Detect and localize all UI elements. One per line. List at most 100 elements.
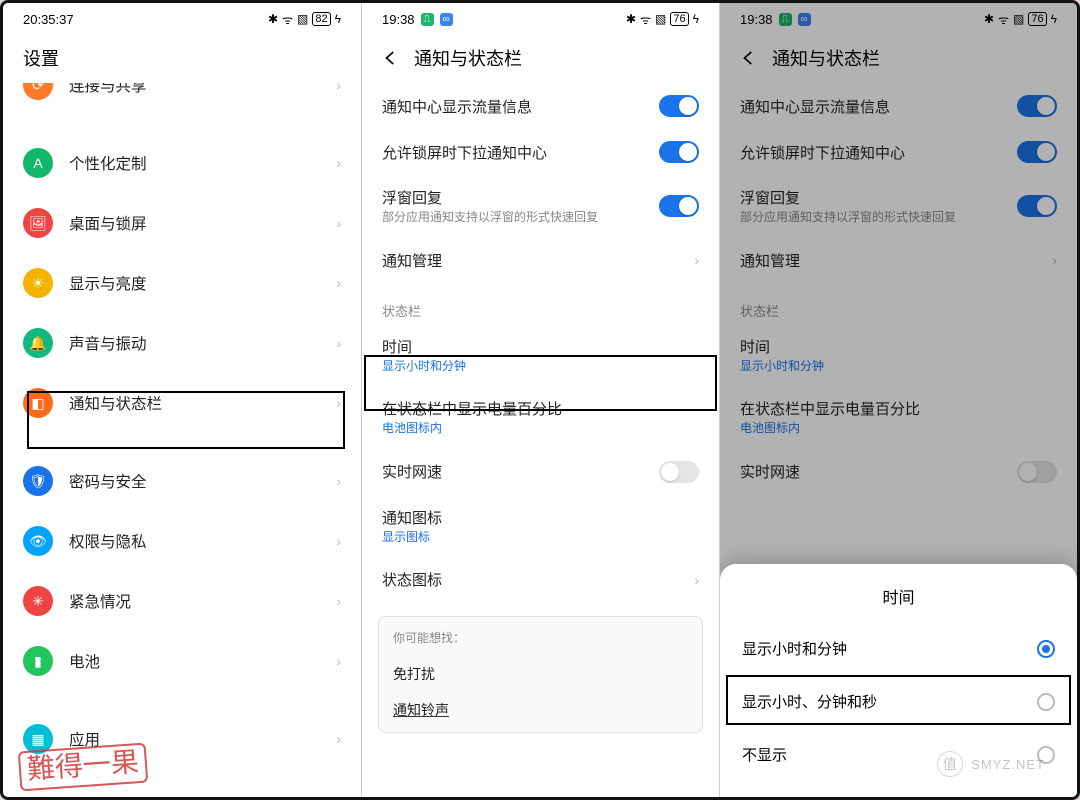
sound-icon: 🔔 bbox=[23, 328, 53, 358]
settings-row-battery[interactable]: ▮电池› bbox=[3, 631, 361, 691]
security-icon: 🛡 bbox=[23, 466, 53, 496]
row-label: 浮窗回复 bbox=[382, 187, 643, 208]
chevron-right-icon: › bbox=[336, 83, 341, 93]
notif-row-manage[interactable]: 通知管理› bbox=[362, 238, 719, 283]
notif-row-time[interactable]: 时间显示小时和分钟 bbox=[720, 324, 1077, 387]
back-icon[interactable] bbox=[740, 49, 758, 67]
settings-row-label: 个性化定制 bbox=[69, 152, 320, 174]
phone-notif-sheet: 19:38 ⎍ ∞ ✱ ᯤ ▧ 76 ϟ 通知与状态栏 通知中心显示流量信息允许… bbox=[719, 3, 1077, 797]
notif-row-lock[interactable]: 允许锁屏时下拉通知中心 bbox=[720, 129, 1077, 175]
vibrate-icon: ▧ bbox=[655, 12, 666, 26]
toggle-speed[interactable] bbox=[659, 461, 699, 483]
wifi-icon: ᯤ bbox=[640, 11, 651, 28]
row-label: 浮窗回复 bbox=[740, 187, 1001, 208]
row-sub: 显示图标 bbox=[382, 530, 699, 546]
status-time: 20:35:37 bbox=[23, 12, 74, 27]
notif-row-batt[interactable]: 在状态栏中显示电量百分比电池图标内 bbox=[720, 386, 1077, 449]
toggle-lock[interactable] bbox=[659, 141, 699, 163]
settings-row-label: 密码与安全 bbox=[69, 470, 320, 492]
chevron-right-icon: › bbox=[336, 533, 341, 549]
status-pill-blue: ∞ bbox=[798, 13, 811, 26]
section-label-statusbar: 状态栏 bbox=[720, 283, 1077, 324]
notif-row-traffic[interactable]: 通知中心显示流量信息 bbox=[720, 83, 1077, 129]
notif-icon: ◧ bbox=[23, 388, 53, 418]
watermark-right: 值 SMYZ.NET bbox=[937, 749, 1045, 779]
bluetooth-icon: ✱ bbox=[626, 12, 636, 26]
notif-row-float[interactable]: 浮窗回复部分应用通知支持以浮窗的形式快速回复 bbox=[362, 175, 719, 238]
settings-row-sos[interactable]: ✳ 紧急情况 › bbox=[3, 571, 361, 631]
notif-row-traffic[interactable]: 通知中心显示流量信息 bbox=[362, 83, 719, 129]
toggle-float[interactable] bbox=[659, 195, 699, 217]
toggle-float[interactable] bbox=[1017, 195, 1057, 217]
suggestion-header: 你可能想找： bbox=[393, 629, 688, 646]
row-label: 通知中心显示流量信息 bbox=[382, 96, 643, 117]
chevron-right-icon: › bbox=[336, 731, 341, 747]
row-label: 通知图标 bbox=[382, 507, 699, 528]
phone-notif-status: 19:38 ⎍ ∞ ✱ ᯤ ▧ 76 ϟ 通知与状态栏 通知中心显示流量信息允许… bbox=[361, 3, 719, 797]
row-sub: 电池图标内 bbox=[382, 421, 699, 437]
notif-row-float[interactable]: 浮窗回复部分应用通知支持以浮窗的形式快速回复 bbox=[720, 175, 1077, 238]
settings-row-privacy[interactable]: 👁权限与隐私› bbox=[3, 511, 361, 571]
settings-row-label: 显示与亮度 bbox=[69, 272, 320, 294]
phone-settings: 20:35:37 ✱ ᯤ ▧ 82 ϟ 设置 ⟳连接与共享›A个性化定制›🖼桌面… bbox=[3, 3, 361, 797]
status-time: 19:38 bbox=[382, 12, 415, 27]
toggle-lock[interactable] bbox=[1017, 141, 1057, 163]
settings-row-security[interactable]: 🛡 密码与安全 › bbox=[3, 451, 361, 511]
toggle-speed[interactable] bbox=[1017, 461, 1057, 483]
battery-icon: 82 bbox=[312, 12, 330, 26]
suggestion-item[interactable]: 通知铃声 bbox=[393, 692, 688, 728]
personal-icon: A bbox=[23, 148, 53, 178]
suggestion-item[interactable]: 免打扰 bbox=[393, 656, 688, 692]
toggle-traffic[interactable] bbox=[659, 95, 699, 117]
notif-row-lock[interactable]: 允许锁屏时下拉通知中心 bbox=[362, 129, 719, 175]
settings-row-connect[interactable]: ⟳连接与共享› bbox=[3, 83, 361, 115]
toggle-traffic[interactable] bbox=[1017, 95, 1057, 117]
sheet-option-0[interactable]: 显示小时和分钟 bbox=[720, 622, 1077, 675]
watermark-logo-icon: 值 bbox=[937, 751, 963, 777]
page-title: 设置 bbox=[3, 35, 361, 83]
section-label-statusbar: 状态栏 bbox=[362, 283, 719, 324]
notif-row-nicon[interactable]: 通知图标显示图标 bbox=[362, 495, 719, 558]
settings-row-sound[interactable]: 🔔声音与振动› bbox=[3, 313, 361, 373]
statusbar: 19:38 ⎍ ∞ ✱ ᯤ ▧ 76 ϟ bbox=[720, 3, 1077, 35]
settings-row-desktop[interactable]: 🖼桌面与锁屏› bbox=[3, 193, 361, 253]
page-header: 通知与状态栏 bbox=[362, 35, 719, 83]
battery-icon: ▮ bbox=[23, 646, 53, 676]
sos-icon: ✳ bbox=[23, 586, 53, 616]
charging-icon: ϟ bbox=[1051, 12, 1057, 26]
settings-row-label: 通知与状态栏 bbox=[69, 392, 320, 414]
settings-row-personal[interactable]: A 个性化定制 › bbox=[3, 133, 361, 193]
charging-icon: ϟ bbox=[693, 12, 699, 26]
radio-icon[interactable] bbox=[1037, 693, 1055, 711]
notif-row-sicon[interactable]: 状态图标› bbox=[362, 557, 719, 602]
notif-row-speed[interactable]: 实时网速 bbox=[362, 449, 719, 495]
row-sub: 部分应用通知支持以浮窗的形式快速回复 bbox=[382, 210, 643, 226]
row-label: 通知中心显示流量信息 bbox=[740, 96, 1001, 117]
sheet-option-label: 显示小时、分钟和秒 bbox=[742, 691, 877, 712]
radio-icon[interactable] bbox=[1037, 640, 1055, 658]
settings-row-display[interactable]: ☀显示与亮度› bbox=[3, 253, 361, 313]
chevron-right-icon: › bbox=[336, 155, 341, 171]
notif-row-manage[interactable]: 通知管理› bbox=[720, 238, 1077, 283]
chevron-right-icon: › bbox=[336, 473, 341, 489]
settings-row-label: 紧急情况 bbox=[69, 590, 320, 612]
bluetooth-icon: ✱ bbox=[268, 12, 278, 26]
back-icon[interactable] bbox=[382, 49, 400, 67]
settings-row-label: 连接与共享 bbox=[69, 83, 320, 96]
page-title: 通知与状态栏 bbox=[414, 45, 522, 71]
wifi-icon: ᯤ bbox=[998, 11, 1009, 28]
chevron-right-icon: › bbox=[336, 593, 341, 609]
notif-row-batt[interactable]: 在状态栏中显示电量百分比电池图标内 bbox=[362, 386, 719, 449]
notif-row-time[interactable]: 时间显示小时和分钟 bbox=[362, 324, 719, 387]
bluetooth-icon: ✱ bbox=[984, 12, 994, 26]
chevron-right-icon: › bbox=[336, 653, 341, 669]
row-sub: 显示小时和分钟 bbox=[382, 359, 699, 375]
chevron-right-icon: › bbox=[336, 395, 341, 411]
sheet-option-1[interactable]: 显示小时、分钟和秒 bbox=[720, 675, 1077, 728]
settings-row-label: 桌面与锁屏 bbox=[69, 212, 320, 234]
notif-row-speed[interactable]: 实时网速 bbox=[720, 449, 1077, 495]
chevron-right-icon: › bbox=[694, 572, 699, 588]
battery-icon: 76 bbox=[670, 12, 688, 26]
row-label: 实时网速 bbox=[382, 461, 643, 482]
settings-row-notif[interactable]: ◧ 通知与状态栏 › bbox=[3, 373, 361, 433]
